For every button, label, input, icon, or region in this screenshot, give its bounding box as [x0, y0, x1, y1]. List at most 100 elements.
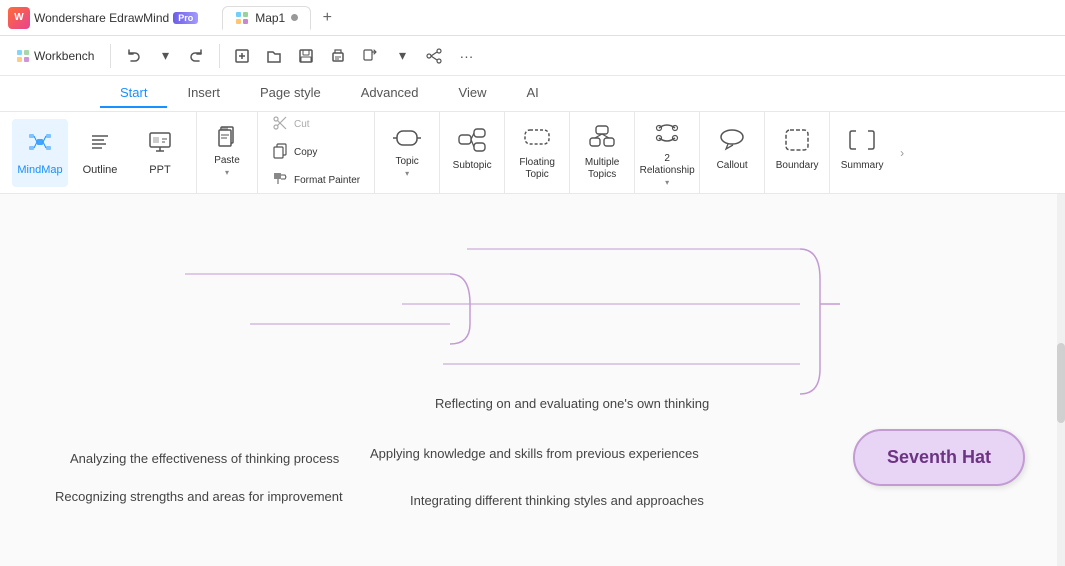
mode-mindmap[interactable]: MindMap: [12, 119, 68, 187]
boundary-button[interactable]: Boundary: [771, 123, 823, 183]
scrollbar-thumb[interactable]: [1057, 343, 1065, 423]
pro-badge: Pro: [173, 12, 198, 24]
nav-tabs: Start Insert Page style Advanced View AI: [0, 76, 1065, 112]
subtopic-button[interactable]: Subtopic: [446, 123, 498, 183]
cut-icon-svg: [272, 115, 288, 131]
tab-insert[interactable]: Insert: [167, 79, 240, 108]
outline-mode-icon: [88, 130, 112, 160]
paste-label: Paste: [214, 155, 240, 167]
tab-page-style[interactable]: Page style: [240, 79, 341, 108]
new-icon: [234, 48, 250, 64]
undo-icon: [125, 48, 141, 64]
copy-icon-svg: [272, 143, 288, 159]
right-bullet-1: Reflecting on and evaluating one's own t…: [435, 396, 709, 411]
map-tab-icon: [235, 11, 249, 25]
undo-button[interactable]: [119, 42, 147, 70]
vertical-scrollbar[interactable]: [1057, 194, 1065, 566]
export-dropdown[interactable]: ▾: [388, 42, 416, 70]
ppt-mode-icon: [148, 130, 172, 160]
outline-icon-svg: [88, 130, 112, 154]
share-icon: [426, 48, 442, 64]
format-painter-icon-svg: [272, 171, 288, 187]
new-button[interactable]: [228, 42, 256, 70]
subtopic-icon: [458, 127, 486, 157]
boundary-icon-svg: [783, 127, 811, 153]
callout-button[interactable]: Callout: [706, 123, 758, 183]
subtopic-label: Subtopic: [453, 160, 492, 172]
relationship-dropdown-arrow: ▾: [665, 178, 669, 188]
title-bar: W Wondershare EdrawMind Pro Map1 +: [0, 0, 1065, 36]
copy-icon: [272, 143, 288, 163]
tab-unsaved-dot: [291, 14, 298, 21]
summary-icon-svg: [848, 127, 876, 153]
format-painter-button[interactable]: Format Painter: [264, 168, 368, 194]
mode-panel: MindMap Outline: [4, 112, 197, 193]
paste-icon-svg: [214, 122, 240, 148]
topic-icon-svg: [393, 127, 421, 149]
paste-button[interactable]: Paste ▾: [201, 118, 253, 182]
floating-topic-button[interactable]: Floating Topic: [511, 120, 563, 185]
open-button[interactable]: [260, 42, 288, 70]
tab-ai[interactable]: AI: [506, 79, 558, 108]
multiple-topics-button[interactable]: Multiple Topics: [576, 120, 628, 185]
ribbon-expand-button[interactable]: ›: [894, 112, 910, 194]
ppt-label: PPT: [149, 164, 170, 176]
copy-label: Copy: [294, 147, 317, 159]
left-bullet-1: Analyzing the effectiveness of thinking …: [70, 451, 339, 466]
floating-topic-label: Floating Topic: [513, 157, 561, 181]
toolbar-divider-2: [219, 44, 220, 68]
summary-button[interactable]: Summary: [836, 123, 888, 183]
relationship-label: 2 Relationship: [640, 153, 695, 177]
paste-dropdown-arrow: ▾: [225, 168, 229, 178]
topic-label: Topic: [395, 156, 418, 168]
ribbon: MindMap Outline: [0, 112, 1065, 194]
ppt-icon-svg: [148, 130, 172, 154]
export-icon: [362, 48, 378, 64]
boundary-label: Boundary: [776, 160, 819, 172]
tab-start[interactable]: Start: [100, 79, 167, 108]
redo-button[interactable]: [183, 42, 211, 70]
tab-view[interactable]: View: [439, 79, 507, 108]
mindmap-icon-svg: [28, 130, 52, 154]
floating-topic-icon: [523, 124, 551, 154]
toolbar-divider-1: [110, 44, 111, 68]
left-bullet-2: Recognizing strengths and areas for impr…: [55, 489, 343, 504]
right-bullet-3: Integrating different thinking styles an…: [410, 493, 704, 508]
topic-button[interactable]: Topic ▾: [381, 123, 433, 183]
share-button[interactable]: [420, 42, 448, 70]
central-node[interactable]: Seventh Hat: [853, 429, 1025, 486]
callout-icon-svg: [718, 127, 746, 153]
quick-access-toolbar: Workbench ▾: [0, 36, 1065, 76]
summary-icon: [848, 127, 876, 157]
mode-ppt[interactable]: PPT: [132, 119, 188, 187]
export-button[interactable]: [356, 42, 384, 70]
app-name: Wondershare EdrawMind: [34, 11, 169, 25]
right-bullet-2: Applying knowledge and skills from previ…: [370, 446, 699, 461]
multiple-topics-icon-svg: [588, 124, 616, 150]
map-tab-label: Map1: [255, 11, 285, 25]
cut-button[interactable]: Cut: [264, 112, 318, 138]
relationship-icon-svg: [653, 120, 681, 146]
app-logo: W Wondershare EdrawMind Pro: [8, 7, 198, 29]
summary-label: Summary: [841, 160, 884, 172]
callout-icon: [718, 127, 746, 157]
topic-dropdown-arrow: ▾: [405, 169, 409, 179]
tab-advanced[interactable]: Advanced: [341, 79, 439, 108]
print-button[interactable]: [324, 42, 352, 70]
relationship-button[interactable]: 2 Relationship ▾: [641, 116, 693, 189]
topic-icon: [393, 127, 421, 153]
map-tab[interactable]: Map1: [222, 6, 311, 30]
more-button[interactable]: ···: [452, 42, 480, 70]
undo-dropdown[interactable]: ▾: [151, 42, 179, 70]
workbench-icon: [16, 49, 30, 63]
callout-label: Callout: [717, 160, 748, 172]
workbench-button[interactable]: Workbench: [8, 45, 102, 67]
save-button[interactable]: [292, 42, 320, 70]
mode-outline[interactable]: Outline: [72, 119, 128, 187]
add-tab-button[interactable]: +: [315, 6, 339, 30]
multiple-topics-icon: [588, 124, 616, 154]
relationship-icon: [653, 120, 681, 150]
mindmap-label: MindMap: [17, 164, 62, 176]
copy-button[interactable]: Copy: [264, 140, 325, 166]
workbench-label: Workbench: [34, 49, 94, 63]
